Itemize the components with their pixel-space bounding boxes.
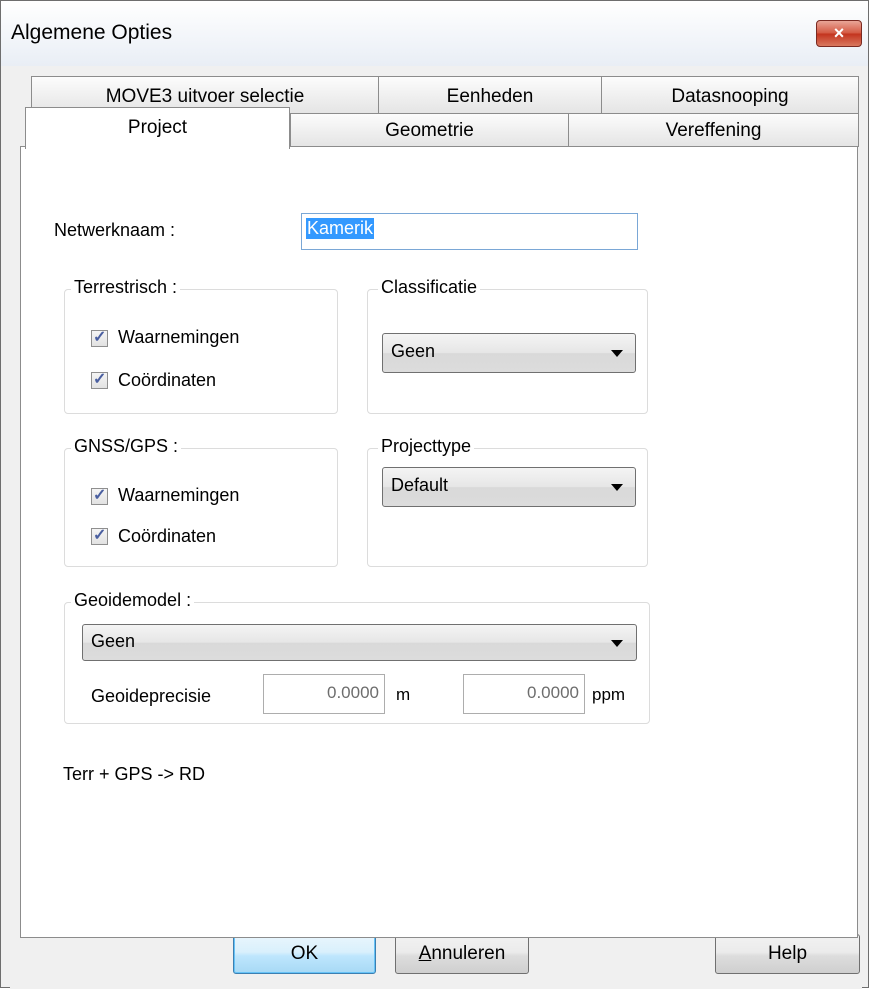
tab-geometrie[interactable]: Geometrie: [290, 113, 569, 147]
check-icon: ✓: [93, 527, 107, 544]
geoid-precision-m-value: 0.0000: [327, 683, 379, 702]
tab-label: Project: [127, 117, 188, 138]
cancel-button-label: nnuleren: [431, 943, 506, 964]
close-button[interactable]: ×: [816, 20, 862, 47]
cancel-button[interactable]: Annuleren: [395, 934, 529, 974]
terrestrial-group-title: Terrestrisch :: [71, 277, 181, 298]
network-name-input[interactable]: Kamerik: [301, 213, 638, 250]
help-button[interactable]: Help: [715, 934, 860, 974]
classification-group-title: Classificatie: [378, 277, 481, 298]
gnss-observations-checkbox[interactable]: ✓: [91, 487, 108, 505]
terrestrial-group: Terrestrisch : ✓ Waarnemingen ✓ Coördina…: [64, 277, 338, 414]
project-type-group-title: Projecttype: [378, 436, 475, 457]
window-title: Algemene Opties: [11, 21, 173, 44]
check-icon: ✓: [93, 371, 107, 388]
tab-datasnooping[interactable]: Datasnooping: [601, 76, 859, 114]
help-button-label: Help: [767, 943, 808, 964]
check-icon: ✓: [93, 329, 107, 346]
geoid-precision-m-unit: m: [396, 685, 411, 704]
classification-group: Classificatie Geen: [367, 277, 648, 414]
status-text: Terr + GPS -> RD: [63, 764, 206, 784]
classification-dropdown[interactable]: Geen: [382, 333, 636, 373]
gnss-coordinates-checkbox[interactable]: ✓: [91, 527, 108, 545]
gnss-group: GNSS/GPS : ✓ Waarnemingen ✓ Coördinaten: [64, 436, 338, 567]
check-icon: ✓: [93, 487, 107, 504]
dialog-window: Algemene Opties × MOVE3 uitvoer selectie…: [0, 0, 869, 989]
project-type-selected-value: Default: [391, 475, 449, 495]
tab-label: Vereffening: [665, 120, 762, 141]
close-icon: ×: [833, 23, 845, 43]
terrestrial-coordinates-label[interactable]: Coördinaten: [118, 370, 216, 391]
geoid-model-selected-value: Geen: [91, 631, 136, 651]
terrestrial-observations-label[interactable]: Waarnemingen: [118, 327, 239, 348]
geoid-model-dropdown[interactable]: Geen: [82, 624, 637, 661]
tab-label: Datasnooping: [671, 86, 789, 107]
geoid-precision-ppm-unit: ppm: [592, 685, 626, 704]
chevron-down-icon: [611, 484, 623, 491]
terrestrial-coordinates-checkbox[interactable]: ✓: [91, 371, 108, 389]
cancel-button-mnemonic: A: [418, 943, 432, 964]
project-type-group: Projecttype Default: [367, 436, 648, 567]
terrestrial-observations-checkbox[interactable]: ✓: [91, 329, 108, 347]
ok-button-label: OK: [290, 943, 319, 964]
title-bar[interactable]: Algemene Opties ×: [1, 1, 868, 66]
tab-label: MOVE3 uitvoer selectie: [105, 86, 305, 107]
network-name-value: Kamerik: [306, 218, 375, 239]
chevron-down-icon: [611, 640, 623, 647]
geoid-precision-label: Geoideprecisie: [91, 686, 212, 706]
ok-button[interactable]: OK: [233, 934, 376, 974]
tab-panel-project: Netwerknaam : Kamerik Terrestrisch : ✓ W…: [20, 146, 858, 938]
geoid-precision-ppm-value: 0.0000: [527, 683, 579, 702]
gnss-group-title: GNSS/GPS :: [71, 436, 182, 457]
network-name-label: Netwerknaam :: [54, 220, 176, 240]
tab-label: Eenheden: [446, 86, 534, 107]
chevron-down-icon: [611, 350, 623, 357]
tab-label: Geometrie: [385, 120, 474, 141]
tab-project[interactable]: Project: [25, 107, 290, 149]
tab-eenheden[interactable]: Eenheden: [378, 76, 602, 114]
classification-selected-value: Geen: [391, 341, 436, 361]
gnss-coordinates-label[interactable]: Coördinaten: [118, 526, 216, 547]
tab-vereffening[interactable]: Vereffening: [568, 113, 859, 147]
geoid-precision-ppm-input[interactable]: 0.0000: [463, 674, 585, 714]
geoid-precision-m-input[interactable]: 0.0000: [263, 674, 385, 714]
geoid-group-title: Geoidemodel :: [71, 590, 195, 611]
project-type-dropdown[interactable]: Default: [382, 467, 636, 507]
gnss-observations-label[interactable]: Waarnemingen: [118, 485, 239, 506]
geoid-group: Geoidemodel : Geen Geoideprecisie 0.0000…: [64, 590, 650, 724]
